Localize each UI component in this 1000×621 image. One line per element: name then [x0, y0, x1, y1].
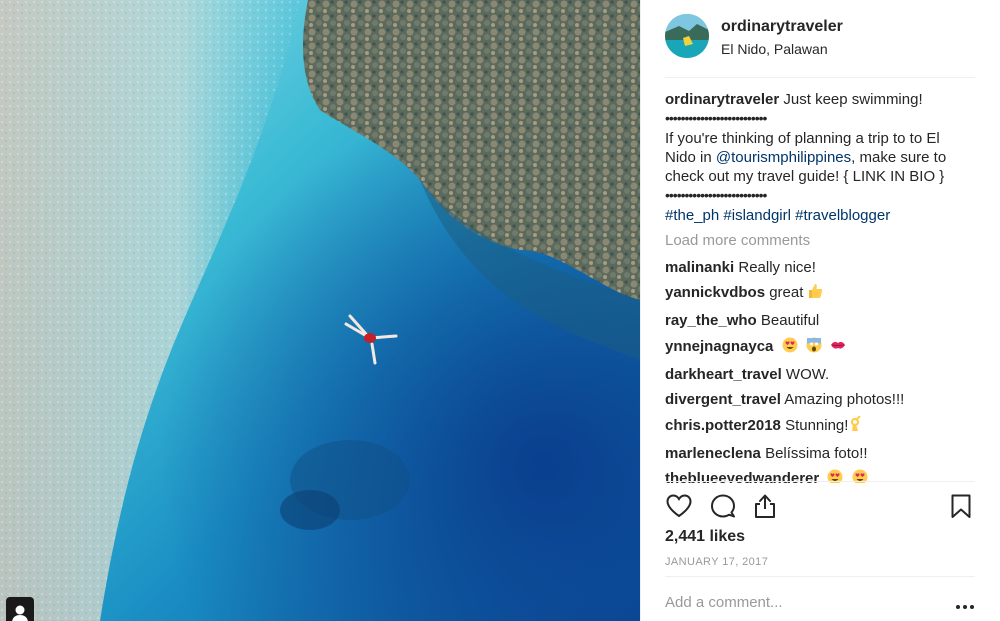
post-location[interactable]: El Nido, Palawan: [721, 41, 843, 57]
thumbs-up-emoji-icon: [807, 283, 823, 304]
more-options-icon[interactable]: [955, 597, 975, 609]
caption-username[interactable]: ordinarytraveler: [665, 91, 779, 108]
comment-text: Belíssima foto!!: [765, 444, 868, 462]
avatar[interactable]: [665, 14, 709, 58]
caption-dots: ••••••••••••••••••••••••••: [665, 110, 767, 127]
share-icon[interactable]: [751, 492, 779, 520]
comment-username[interactable]: divergent_travel: [665, 391, 781, 408]
comment-username[interactable]: ray_the_who: [665, 312, 757, 329]
comment-item: ray_the_who Beautiful: [665, 311, 980, 330]
ok-hand-emoji-icon: [849, 415, 862, 437]
caption-line-4-suffix: , make sure to: [851, 148, 947, 166]
comment-item: yannickvdbos great: [665, 283, 980, 304]
comments-list: ordinarytraveler Just keep swimming! •••…: [665, 90, 980, 483]
comment-text: Really nice!: [738, 258, 816, 276]
post-username[interactable]: ordinarytraveler: [721, 18, 843, 36]
comment-text: Amazing photos!!!: [784, 391, 905, 409]
kiss-mark-emoji-icon: [830, 337, 846, 358]
comment-username[interactable]: yannickvdbos: [665, 284, 765, 301]
hashtag-link[interactable]: #the_ph: [665, 207, 719, 224]
caption-line-3: If you're thinking of planning a trip to…: [665, 129, 940, 147]
comment-item: malinanki Really nice!: [665, 258, 980, 277]
comment-username[interactable]: darkheart_travel: [665, 366, 782, 383]
comment-username[interactable]: ynnejnagnayca: [665, 338, 773, 355]
aerial-ocean-image: [0, 0, 640, 621]
comment-item: ynnejnagnayca: [665, 337, 980, 358]
comment-item: marleneclena Belíssima foto!!: [665, 444, 980, 463]
heart-icon[interactable]: [665, 492, 693, 520]
comment-item: divergent_travel Amazing photos!!!: [665, 390, 980, 409]
caption-line-4-prefix: Nido in: [665, 148, 716, 166]
bookmark-icon[interactable]: [947, 492, 975, 520]
post-photo[interactable]: [0, 0, 640, 621]
comment-bubble-icon[interactable]: [709, 492, 737, 520]
mention-link[interactable]: @tourismphilippines: [716, 149, 851, 166]
post-header: ordinarytraveler El Nido, Palawan: [665, 14, 975, 78]
comment-username[interactable]: chris.potter2018: [665, 417, 781, 434]
comment-text: great: [769, 284, 804, 302]
caption-line-5: check out my travel guide! { LINK IN BIO…: [665, 168, 945, 186]
post-caption: ordinarytraveler Just keep swimming! •••…: [665, 90, 980, 225]
comment-username[interactable]: marleneclena: [665, 445, 761, 462]
comment-text: WOW.: [785, 365, 830, 383]
comment-item: darkheart_travel WOW.: [665, 365, 980, 384]
caption-dots-2: ••••••••••••••••••••••••••: [665, 187, 767, 204]
likes-count[interactable]: 2,441 likes: [665, 528, 745, 546]
hashtag-link[interactable]: #islandgirl: [723, 207, 791, 224]
add-comment-form: [665, 576, 975, 621]
post-sidebar: ordinarytraveler El Nido, Palawan ordina…: [640, 0, 1000, 621]
hashtag-link[interactable]: #travelblogger: [795, 207, 890, 224]
comment-item: chris.potter2018 Stunning!: [665, 415, 980, 437]
scream-emoji-icon: [806, 337, 822, 358]
add-comment-input[interactable]: [665, 591, 925, 613]
comment-text: Stunning!: [785, 416, 849, 434]
comment-text: Beautiful: [760, 312, 820, 330]
comment-username[interactable]: malinanki: [665, 259, 734, 276]
load-more-comments-button[interactable]: Load more comments: [665, 231, 980, 251]
user-tag-icon[interactable]: [6, 597, 34, 621]
post-date[interactable]: JANUARY 17, 2017: [665, 556, 768, 568]
post-actions-bar: [665, 481, 975, 531]
caption-line-1: Just keep swimming!: [783, 91, 923, 108]
heart-eyes-emoji-icon: [782, 337, 798, 358]
